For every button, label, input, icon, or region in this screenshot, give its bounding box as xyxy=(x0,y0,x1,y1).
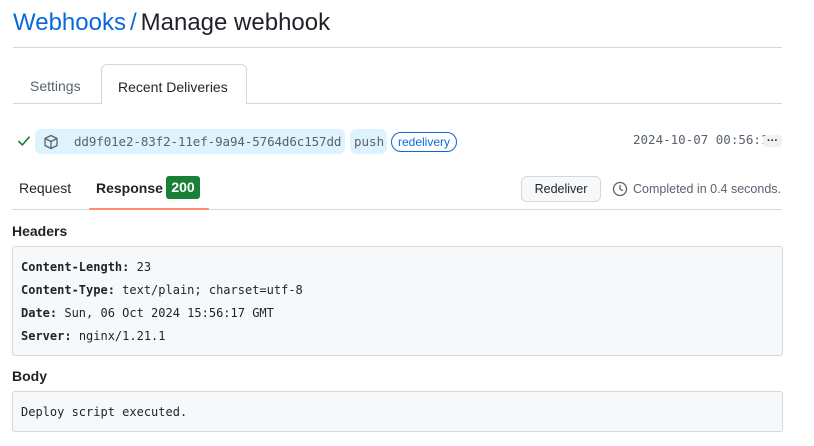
event-type-pill: push xyxy=(350,129,387,154)
header-key: Date: xyxy=(21,306,58,320)
header-line: Server: nginx/1.21.1 xyxy=(21,329,166,343)
tab-settings[interactable]: Settings xyxy=(30,77,81,95)
event-type-text: push xyxy=(354,134,385,149)
clock-icon xyxy=(612,181,628,197)
headers-block: Content-Length: 23 Content-Type: text/pl… xyxy=(12,246,783,356)
delivery-timestamp: 2024-10-07 00:56:17 xyxy=(633,132,776,147)
package-icon xyxy=(44,134,58,150)
breadcrumb-webhooks-link[interactable]: Webhooks xyxy=(13,9,126,36)
tab-response[interactable]: Response xyxy=(96,179,163,197)
body-block: Deploy script executed. xyxy=(12,391,783,432)
tab-recent-deliveries[interactable]: Recent Deliveries xyxy=(101,64,247,105)
check-icon xyxy=(17,136,31,146)
header-line: Date: Sun, 06 Oct 2024 15:56:17 GMT xyxy=(21,306,274,320)
header-key: Content-Type: xyxy=(21,283,115,297)
page-title: Webhooks / Manage webhook xyxy=(13,8,330,38)
active-tab-underline xyxy=(89,208,209,210)
title-divider xyxy=(13,47,782,48)
delivery-guid-text: dd9f01e2-83f2-11ef-9a94-5764d6c157dd xyxy=(74,134,342,149)
tab-request[interactable]: Request xyxy=(19,179,71,197)
body-heading: Body xyxy=(12,368,47,384)
redeliver-button[interactable]: Redeliver xyxy=(521,176,601,202)
header-value: text/plain; charset=utf-8 xyxy=(122,283,303,297)
header-value: nginx/1.21.1 xyxy=(78,329,166,343)
header-line: Content-Length: 23 xyxy=(21,260,151,274)
completed-duration: Completed in 0.4 seconds. xyxy=(633,182,782,196)
header-line: Content-Type: text/plain; charset=utf-8 xyxy=(21,283,303,297)
page-name: Manage webhook xyxy=(140,9,331,36)
header-key: Server: xyxy=(21,329,72,343)
header-key: Content-Length: xyxy=(21,260,130,274)
delivery-guid[interactable]: dd9f01e2-83f2-11ef-9a94-5764d6c157dd xyxy=(35,129,345,154)
breadcrumb-separator: / xyxy=(129,9,137,36)
tab-recent-deliveries-label: Recent Deliveries xyxy=(118,79,228,95)
redelivery-badge: redelivery xyxy=(391,132,458,152)
header-value: 23 xyxy=(136,260,152,274)
status-code-badge: 200 xyxy=(166,176,200,199)
body-content: Deploy script executed. xyxy=(21,405,188,419)
headers-heading: Headers xyxy=(12,223,68,239)
more-options-button[interactable]: ··· xyxy=(763,135,782,147)
header-value: Sun, 06 Oct 2024 15:56:17 GMT xyxy=(64,306,274,320)
